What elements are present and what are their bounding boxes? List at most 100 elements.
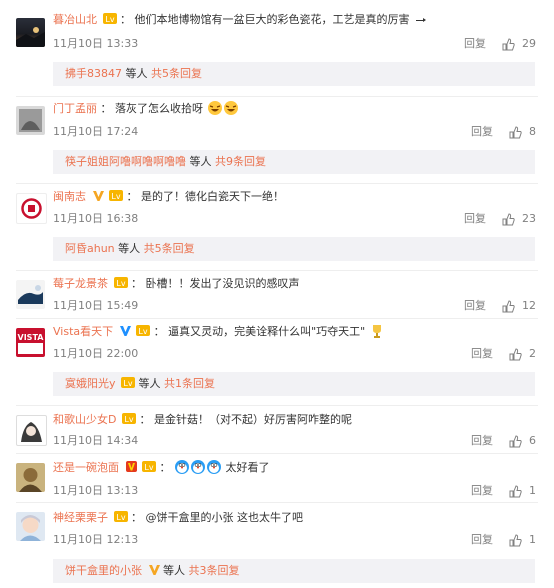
- thumbs-up-icon[interactable]: [509, 434, 522, 448]
- pointing-hand-emoji-icon: [413, 11, 429, 27]
- avatar[interactable]: [16, 463, 45, 492]
- username-link[interactable]: Vista看天下: [53, 325, 113, 338]
- reply-button[interactable]: 回复: [471, 532, 493, 548]
- comment-line: 和歌山少女D Lv ： 是金针菇！（对不起）好厉害阿咋整的呢: [53, 411, 352, 429]
- sub-reply-bar[interactable]: 寞娥阳光y Lv 等人 共1条回复: [53, 372, 535, 396]
- sub-reply-etc: 等人: [189, 155, 212, 168]
- reply-button[interactable]: 回复: [471, 483, 493, 499]
- thumbs-up-icon[interactable]: [509, 125, 522, 139]
- avatar[interactable]: [16, 512, 45, 541]
- avatar-image: [21, 198, 42, 219]
- thumbs-up-icon[interactable]: [509, 533, 522, 547]
- comment-text: 落灰了怎么收拾呀: [115, 102, 203, 115]
- comment-text: 逼真又灵动，完美诠释什么叫"巧夺天工": [168, 325, 366, 338]
- colon: ：: [100, 102, 112, 115]
- sub-reply-count-link[interactable]: 共3条回复: [189, 564, 240, 577]
- trophy-emoji-icon: [369, 323, 385, 339]
- sub-reply-user[interactable]: 拂手83847: [65, 67, 122, 80]
- svg-text:Lv: Lv: [123, 379, 132, 388]
- avatar[interactable]: [16, 415, 47, 446]
- comment-item: VISTA Vista看天下 Lv ： 逼真又灵动，完美诠释什么叫"巧夺天工" …: [0, 318, 554, 402]
- avatar[interactable]: [16, 280, 45, 309]
- username-link[interactable]: 莓子龙景茶: [53, 277, 108, 290]
- username-link[interactable]: 闽南志: [53, 190, 86, 203]
- sub-reply-count-link[interactable]: 共9条回复: [215, 155, 266, 168]
- avatar[interactable]: VISTA: [16, 328, 45, 357]
- verified-gold-v-icon: [92, 189, 104, 201]
- comment-actions: 回复 23: [464, 211, 536, 227]
- comment-text: 太好看了: [225, 461, 270, 474]
- thumbs-up-icon[interactable]: [502, 212, 515, 226]
- like-count: 1: [529, 484, 536, 497]
- tiaohuifu-label: 条回复: [161, 242, 195, 255]
- comment-actions: 回复 6: [471, 433, 536, 449]
- user-level-icon: Lv: [136, 324, 151, 336]
- sub-reply-bar[interactable]: 拂手83847 等人 共5条回复: [53, 62, 535, 86]
- reply-button[interactable]: 回复: [471, 124, 493, 140]
- avatar[interactable]: [16, 18, 45, 47]
- sub-reply-user[interactable]: 筷子姐姐阿噜啊噜啊噜噜: [65, 155, 186, 168]
- sub-reply-count-link[interactable]: 共1条回复: [164, 377, 215, 390]
- comment-line: 神经栗栗子 Lv ： @饼干盒里的小张 这也太牛了吧: [53, 509, 303, 527]
- reply-button[interactable]: 回复: [464, 298, 486, 314]
- svg-text:Lv: Lv: [116, 513, 125, 522]
- user-level-icon: Lv: [102, 12, 117, 24]
- sub-reply-count-link[interactable]: 共5条回复: [151, 67, 202, 80]
- tiaohuifu-label: 条回复: [182, 377, 216, 390]
- colon: ：: [131, 511, 142, 524]
- sub-reply-user[interactable]: 寞娥阳光y: [65, 377, 116, 390]
- like-count: 12: [522, 299, 536, 312]
- sub-reply-etc: 等人: [138, 377, 161, 390]
- sub-reply-count-link[interactable]: 共5条回复: [144, 242, 195, 255]
- avatar[interactable]: [16, 106, 45, 135]
- thumbs-up-icon[interactable]: [502, 299, 515, 313]
- comment-time: 11月10日 16:38: [53, 212, 139, 225]
- sub-reply-bar[interactable]: 阿昏ahun 等人 共5条回复: [53, 237, 535, 261]
- comment-actions: 回复 29: [464, 36, 536, 52]
- thumbs-up-icon[interactable]: [509, 484, 522, 498]
- like-count: 29: [522, 37, 536, 50]
- svg-text:Lv: Lv: [105, 15, 114, 24]
- comment-item: 神经栗栗子 Lv ： @饼干盒里的小张 这也太牛了吧 11月10日 12:13 …: [0, 502, 554, 588]
- sub-reply-count: 1: [175, 377, 183, 390]
- colon: ：: [131, 277, 142, 290]
- avatar-image: VISTA: [18, 333, 45, 354]
- sub-reply-user[interactable]: 阿昏ahun: [65, 242, 115, 255]
- laughing-emoji-icon: [223, 100, 239, 116]
- avatar[interactable]: [16, 193, 47, 224]
- username-link[interactable]: 暮冶山北: [53, 13, 97, 26]
- thumbs-up-icon[interactable]: [502, 37, 515, 51]
- reply-button[interactable]: 回复: [464, 36, 486, 52]
- sub-reply-user[interactable]: 饼干盒里的小张: [65, 564, 142, 577]
- member-v-badge-icon: [125, 460, 137, 472]
- reply-button[interactable]: 回复: [471, 433, 493, 449]
- doraemon-emoji-icon: [206, 459, 222, 475]
- user-level-icon: Lv: [109, 189, 123, 201]
- sub-reply-bar[interactable]: 饼干盒里的小张 等人 共3条回复: [53, 559, 535, 583]
- comment-time: 11月10日 12:13: [53, 533, 139, 546]
- comment-text: 卧槽！！发出了没见识的感叹声: [145, 277, 300, 290]
- gong-label: 共: [164, 377, 176, 390]
- sub-reply-count: 3: [199, 564, 207, 577]
- svg-text:VISTA: VISTA: [18, 333, 45, 342]
- sub-reply-etc: 等人: [118, 242, 141, 255]
- username-link[interactable]: 还是一碗泡面: [53, 461, 119, 474]
- svg-text:Lv: Lv: [124, 415, 133, 424]
- avatar-image: [20, 515, 41, 541]
- thumbs-up-icon[interactable]: [509, 347, 522, 361]
- comment-item: 闽南志 Lv ： 是的了！德化白瓷天下一绝！ 11月10日 16:38 回复 2…: [0, 183, 554, 267]
- username-link[interactable]: 和歌山少女D: [53, 413, 116, 426]
- comment-text: 是的了！德化白瓷天下一绝！: [141, 190, 284, 203]
- reply-button[interactable]: 回复: [464, 211, 486, 227]
- sub-reply-bar[interactable]: 筷子姐姐阿噜啊噜啊噜噜 等人 共9条回复: [53, 150, 535, 174]
- laughing-emoji-icon: [207, 100, 223, 116]
- sub-reply-count: 9: [226, 155, 233, 168]
- username-link[interactable]: 门丁孟丽: [53, 102, 97, 115]
- reply-button[interactable]: 回复: [471, 346, 493, 362]
- colon: ：: [139, 413, 151, 426]
- username-link[interactable]: 神经栗栗子: [53, 511, 108, 524]
- comment-line: 还是一碗泡面 Lv ： 太好看了: [53, 459, 270, 477]
- sub-reply-count: 5: [162, 67, 169, 80]
- comment-line: Vista看天下 Lv ： 逼真又灵动，完美诠释什么叫"巧夺天工": [53, 323, 385, 341]
- avatar-image: [19, 109, 42, 132]
